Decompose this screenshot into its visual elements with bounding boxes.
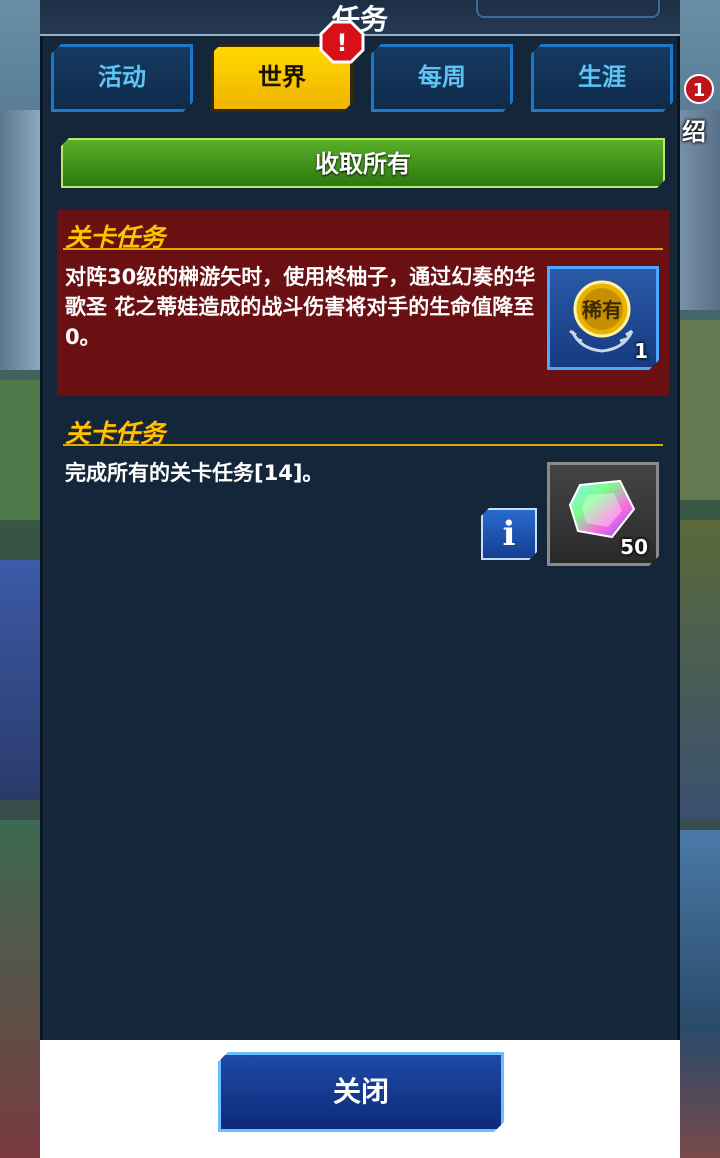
tab-alert-text: !	[337, 29, 348, 57]
notification-badge: 1	[684, 74, 714, 104]
background-building	[0, 110, 40, 370]
background-street	[0, 820, 40, 1158]
mission-divider	[63, 444, 663, 446]
background-water	[680, 830, 720, 1158]
mission-card: 关卡任务 对阵30级的榊游矢时，使用柊柚子，通过幻奏的华歌圣 花之蒂娃造成的战斗…	[57, 210, 669, 396]
mission-content: 活动 世界 每周 生涯 ! 收取所有 关卡任务 对阵30级的榊游矢时，使用柊柚子…	[40, 20, 680, 1040]
tab-event[interactable]: 活动	[51, 44, 193, 112]
background-tower	[0, 560, 40, 800]
collect-all-button[interactable]: 收取所有	[61, 138, 665, 188]
tab-weekly[interactable]: 每周	[371, 44, 513, 112]
info-button[interactable]: i	[481, 508, 537, 560]
background-trees	[0, 380, 40, 520]
reward-quantity: 1	[634, 339, 648, 363]
mission-panel: 任务 活动 世界 每周 生涯 ! 收取所有 关卡任务 对阵30级的榊游矢时，使用…	[40, 0, 680, 1158]
bottom-bar: 关闭	[40, 1040, 680, 1158]
mission-description: 对阵30级的榊游矢时，使用柊柚子，通过幻奏的华歌圣 花之蒂娃造成的战斗伤害将对手…	[65, 265, 536, 349]
reward-item[interactable]: 稀有 1	[547, 266, 659, 370]
mission-description: 完成所有的关卡任务[14]。	[65, 461, 324, 485]
reward-quantity: 50	[620, 535, 648, 559]
background-garden	[680, 520, 720, 820]
mission-divider	[63, 248, 663, 250]
reward-item[interactable]: 50	[547, 462, 659, 566]
alert-icon: !	[319, 20, 365, 64]
background-trees	[680, 320, 720, 500]
mission-card: 关卡任务 完成所有的关卡任务[14]。 i 50	[57, 406, 669, 566]
tab-career[interactable]: 生涯	[531, 44, 673, 112]
close-button[interactable]: 关闭	[218, 1052, 504, 1132]
rare-medal-text: 稀有	[582, 298, 622, 322]
side-menu-label[interactable]: 绍	[682, 112, 706, 147]
